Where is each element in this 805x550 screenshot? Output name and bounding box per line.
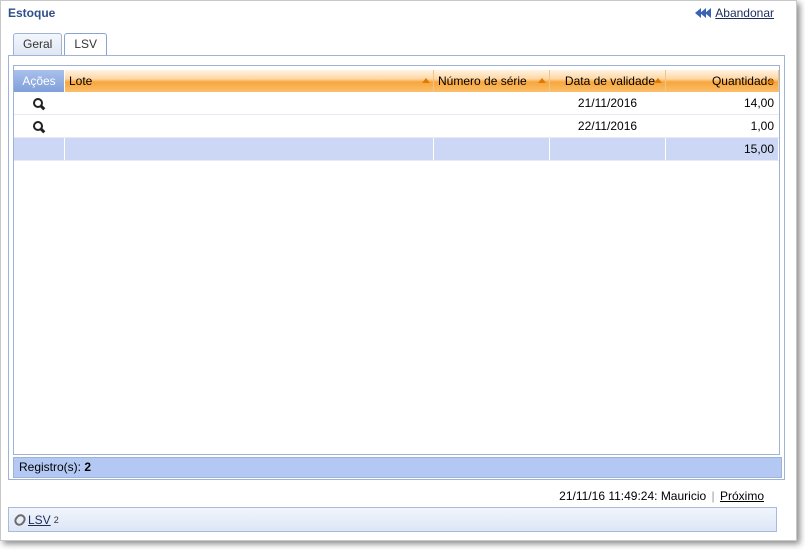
record-count-label: Registro(s): xyxy=(19,460,82,474)
data-grid: Ações Lote Número de série Data de valid… xyxy=(14,70,779,161)
grid-container: Ações Lote Número de série Data de valid… xyxy=(13,65,780,455)
cell-lote xyxy=(65,115,434,137)
column-header-label: Quantidade xyxy=(711,74,774,88)
record-count-bar: Registro(s): 2 xyxy=(13,457,782,478)
cell-lote xyxy=(65,92,434,114)
status-separator: | xyxy=(711,489,715,503)
cell-quantidade: 14,00 xyxy=(666,92,779,114)
row-actions xyxy=(14,115,65,137)
sort-arrow-icon xyxy=(422,78,430,83)
lsv-link[interactable]: LSV xyxy=(28,513,51,527)
magnifier-icon[interactable] xyxy=(33,120,45,133)
sort-arrow-icon xyxy=(654,78,662,83)
rewind-icon xyxy=(695,8,712,18)
status-text: 21/11/16 11:49:24: Mauricio xyxy=(559,489,707,503)
total-cell-empty xyxy=(14,138,65,160)
tab-bar: Geral LSV xyxy=(13,33,108,56)
record-count-value: 2 xyxy=(84,460,92,474)
column-header-label: Número de série xyxy=(438,74,527,88)
tab-panel: Ações Lote Número de série Data de valid… xyxy=(8,55,785,480)
grid-header: Ações Lote Número de série Data de valid… xyxy=(14,70,779,92)
next-link[interactable]: Próximo xyxy=(720,489,764,503)
cell-data-validade: 21/11/2016 xyxy=(550,92,666,114)
tab-lsv[interactable]: LSV xyxy=(64,33,108,56)
page-title: Estoque xyxy=(8,6,56,20)
window-frame: Estoque Abandonar Geral LSV Ações Lote N… xyxy=(0,0,797,541)
abandon-label: Abandonar xyxy=(715,6,774,20)
magnifier-icon[interactable] xyxy=(33,97,45,110)
column-header-label: Data de validade xyxy=(564,74,655,88)
tab-geral[interactable]: Geral xyxy=(13,33,63,55)
table-row: 22/11/2016 1,00 xyxy=(14,115,779,138)
status-line: 21/11/16 11:49:24: Mauricio | Próximo xyxy=(559,489,764,503)
abandon-link[interactable]: Abandonar xyxy=(695,6,774,20)
column-header-quantidade[interactable]: Quantidade xyxy=(666,70,779,92)
total-cell-empty xyxy=(434,138,550,160)
cell-data-validade: 22/11/2016 xyxy=(550,115,666,137)
total-cell-empty xyxy=(550,138,666,160)
column-header-numero-serie[interactable]: Número de série xyxy=(434,70,550,92)
total-row: 15,00 xyxy=(14,138,779,161)
lsv-count: 2 xyxy=(53,514,59,525)
sort-arrow-icon xyxy=(767,78,775,83)
sort-arrow-icon xyxy=(538,78,546,83)
column-header-lote[interactable]: Lote xyxy=(65,70,434,92)
cell-quantidade: 1,00 xyxy=(666,115,779,137)
cell-numero-serie xyxy=(434,92,550,114)
total-cell-empty xyxy=(65,138,434,160)
column-header-acoes: Ações xyxy=(14,70,65,92)
paperclip-icon xyxy=(12,511,28,528)
total-quantidade: 15,00 xyxy=(666,138,779,160)
column-header-data-validade[interactable]: Data de validade xyxy=(550,70,666,92)
row-actions xyxy=(14,92,65,114)
bottom-bar: LSV 2 xyxy=(8,507,777,532)
cell-numero-serie xyxy=(434,115,550,137)
column-header-label: Lote xyxy=(69,74,93,88)
table-row: 21/11/2016 14,00 xyxy=(14,92,779,115)
